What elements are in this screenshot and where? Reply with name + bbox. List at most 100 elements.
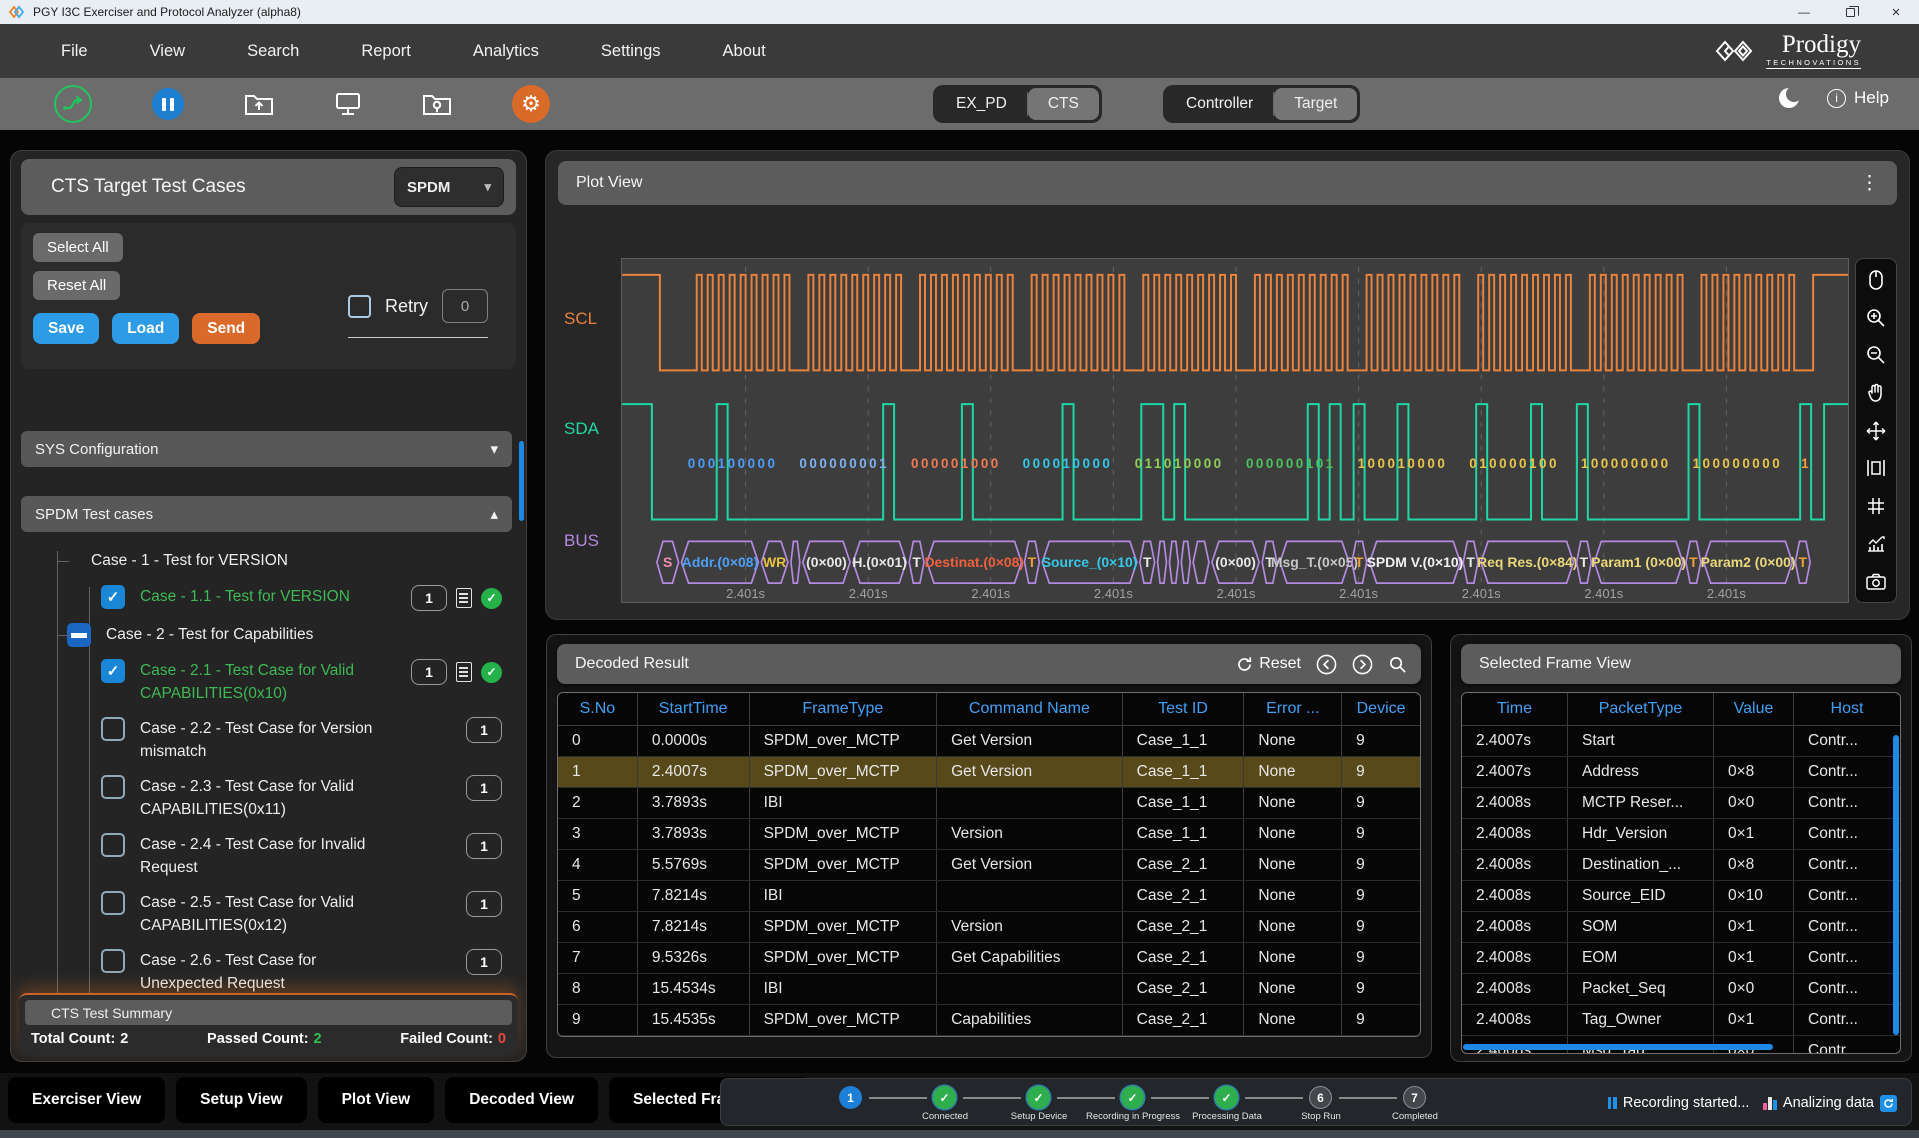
previous-frame-button[interactable]	[1316, 654, 1337, 675]
stats-tool-icon[interactable]	[1865, 532, 1887, 554]
retry-checkbox[interactable]	[348, 295, 371, 318]
table-row[interactable]: 57.8214sIBICase_2_1None9	[558, 881, 1420, 912]
protocol-dropdown[interactable]: SPDM ▾	[394, 167, 504, 207]
dark-mode-moon-icon[interactable]	[1777, 86, 1801, 110]
tree-item[interactable]: ✓Case - 1.1 - Test for VERSION1✓	[21, 579, 516, 617]
iteration-count[interactable]: 1	[466, 949, 502, 975]
tree-item[interactable]: ✓Case - 2.1 - Test Case for Valid CAPABI…	[21, 653, 516, 711]
device-icon[interactable]	[334, 91, 362, 117]
report-icon[interactable]	[456, 588, 472, 608]
minimize-button[interactable]: —	[1781, 0, 1827, 24]
table-row[interactable]: 2.4007sStartContr...	[1462, 726, 1900, 757]
table-row[interactable]: 2.4007sAddress0×8Contr...	[1462, 757, 1900, 788]
table-row[interactable]: 2.4008sTag_Owner0×1Contr...	[1462, 1005, 1900, 1036]
maximize-button[interactable]	[1827, 0, 1873, 24]
load-button[interactable]: Load	[112, 313, 179, 344]
table-row[interactable]: 45.5769sSPDM_over_MCTPGet VersionCase_2_…	[558, 850, 1420, 881]
grid-tool-icon[interactable]	[1865, 495, 1887, 517]
tree-item[interactable]: Case - 1 - Test for VERSION	[21, 543, 516, 579]
report-icon[interactable]	[456, 662, 472, 682]
tab-plot-view[interactable]: Plot View	[318, 1077, 435, 1123]
tab-setup-view[interactable]: Setup View	[176, 1077, 306, 1123]
help-button[interactable]: i Help	[1827, 88, 1889, 108]
menu-item-view[interactable]: View	[119, 24, 216, 78]
mouse-tool-icon[interactable]	[1865, 269, 1887, 291]
table-row[interactable]: 2.4008sMCTP Reser...0×0Contr...	[1462, 788, 1900, 819]
tree-item[interactable]: Case - 2.2 - Test Case for Version misma…	[21, 711, 516, 769]
iteration-count[interactable]: 1	[466, 775, 502, 801]
menu-item-settings[interactable]: Settings	[570, 24, 692, 78]
checkbox-checked[interactable]: ✓	[101, 585, 125, 609]
sys-configuration-accordion[interactable]: SYS Configuration ▾	[21, 431, 512, 467]
table-row[interactable]: 915.4535sSPDM_over_MCTPCapabilitiesCase_…	[558, 1005, 1420, 1036]
next-frame-button[interactable]	[1352, 654, 1373, 675]
checkbox-unchecked[interactable]	[101, 833, 125, 857]
project-location-icon[interactable]	[422, 91, 452, 117]
select-all-button[interactable]: Select All	[33, 233, 123, 262]
search-icon[interactable]	[1388, 655, 1407, 674]
save-button[interactable]: Save	[33, 313, 99, 344]
toggle-target[interactable]: Target	[1274, 88, 1357, 120]
menu-item-report[interactable]: Report	[330, 24, 442, 78]
table-row[interactable]: 815.4534sIBICase_2_1None9	[558, 974, 1420, 1005]
iteration-count[interactable]: 1	[466, 833, 502, 859]
tree-item[interactable]: Case - 2 - Test for Capabilities	[21, 617, 516, 653]
iteration-count[interactable]: 1	[466, 717, 502, 743]
refresh-icon[interactable]	[1880, 1095, 1897, 1112]
move-tool-icon[interactable]	[1865, 420, 1887, 442]
settings-gear-icon[interactable]: ⚙	[512, 85, 550, 123]
toggle-controller[interactable]: Controller	[1166, 88, 1273, 120]
checkbox-unchecked[interactable]	[101, 891, 125, 915]
frame-view-vertical-scrollbar[interactable]	[1893, 735, 1899, 1035]
retry-count-input[interactable]	[442, 289, 488, 323]
checkbox-unchecked[interactable]	[101, 717, 125, 741]
waveform-canvas[interactable]: 2.401s2.401s2.401s2.401s2.401s2.401s2.40…	[621, 258, 1849, 603]
tree-item[interactable]: Case - 2.6 - Test Case for Unexpected Re…	[21, 943, 516, 997]
tree-item[interactable]: Case - 2.4 - Test Case for Invalid Reque…	[21, 827, 516, 885]
table-row[interactable]: 12.4007sSPDM_over_MCTPGet VersionCase_1_…	[558, 757, 1420, 788]
table-row[interactable]: 2.4008sSource_EID0×10Contr...	[1462, 881, 1900, 912]
reset-all-button[interactable]: Reset All	[33, 271, 120, 300]
menu-item-file[interactable]: File	[30, 24, 119, 78]
tab-decoded-view[interactable]: Decoded View	[445, 1077, 598, 1123]
iteration-count[interactable]: 1	[466, 891, 502, 917]
kebab-menu-icon[interactable]: ⋮	[1860, 172, 1879, 195]
table-row[interactable]: 23.7893sIBICase_1_1None9	[558, 788, 1420, 819]
checkbox-unchecked[interactable]	[101, 775, 125, 799]
checkbox-indeterminate[interactable]	[67, 623, 91, 647]
tree-item[interactable]: Case - 2.3 - Test Case for Valid CAPABIL…	[21, 769, 516, 827]
table-row[interactable]: 2.4008sHdr_Version0×1Contr...	[1462, 819, 1900, 850]
zoom-in-icon[interactable]	[1865, 307, 1887, 329]
menu-item-about[interactable]: About	[692, 24, 797, 78]
table-row[interactable]: 2.4008sSOM0×1Contr...	[1462, 912, 1900, 943]
pan-hand-icon[interactable]	[1865, 382, 1887, 404]
menu-item-search[interactable]: Search	[216, 24, 330, 78]
cursors-tool-icon[interactable]	[1865, 457, 1887, 479]
pause-icon[interactable]	[152, 88, 184, 120]
close-button[interactable]: ×	[1873, 0, 1919, 24]
table-row[interactable]: 33.7893sSPDM_over_MCTPVersionCase_1_1Non…	[558, 819, 1420, 850]
table-row[interactable]: 2.4008sDestination_...0×8Contr...	[1462, 850, 1900, 881]
tree-item[interactable]: Case - 2.5 - Test Case for Valid CAPABIL…	[21, 885, 516, 943]
reset-button[interactable]: Reset	[1236, 655, 1301, 673]
zoom-out-icon[interactable]	[1865, 344, 1887, 366]
exerciser-icon[interactable]	[54, 85, 92, 123]
spdm-test-cases-accordion[interactable]: SPDM Test cases ▴	[21, 496, 512, 532]
menu-item-analytics[interactable]: Analytics	[442, 24, 570, 78]
table-row[interactable]: 00.0000sSPDM_over_MCTPGet VersionCase_1_…	[558, 726, 1420, 757]
tab-exerciser-view[interactable]: Exerciser View	[8, 1077, 165, 1123]
table-row[interactable]: 2.4008sEOM0×1Contr...	[1462, 943, 1900, 974]
table-row[interactable]: 2.4008sPacket_Seq0×0Contr...	[1462, 974, 1900, 1005]
iteration-count[interactable]: 1	[411, 659, 447, 685]
checkbox-checked[interactable]: ✓	[101, 659, 125, 683]
open-project-icon[interactable]	[244, 91, 274, 117]
checkbox-unchecked[interactable]	[101, 949, 125, 973]
toggle-cts[interactable]: CTS	[1028, 88, 1099, 120]
frame-view-horizontal-scrollbar[interactable]	[1463, 1044, 1773, 1050]
send-button[interactable]: Send	[192, 313, 260, 344]
left-panel-scrollbar[interactable]	[519, 441, 524, 521]
camera-icon[interactable]	[1865, 570, 1887, 592]
table-row[interactable]: 67.8214sSPDM_over_MCTPVersionCase_2_1Non…	[558, 912, 1420, 943]
toggle-ex-pd[interactable]: EX_PD	[936, 88, 1027, 120]
table-row[interactable]: 79.5326sSPDM_over_MCTPGet CapabilitiesCa…	[558, 943, 1420, 974]
